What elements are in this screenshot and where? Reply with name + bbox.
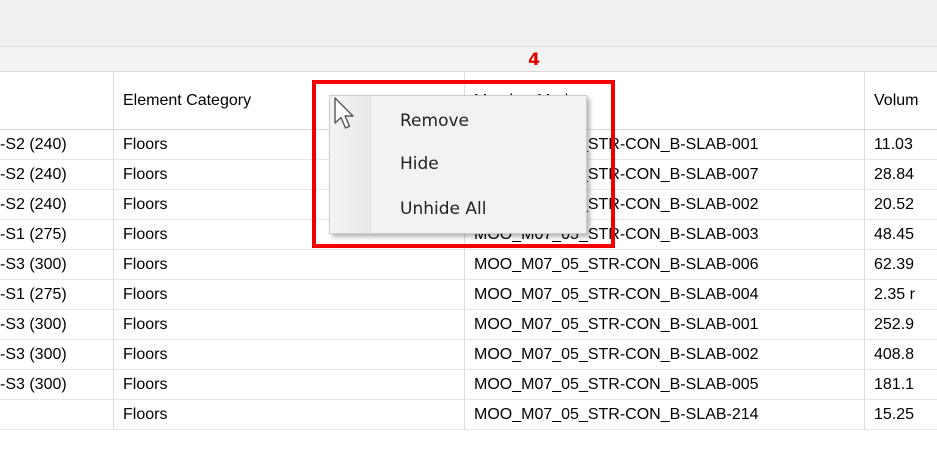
volume-cell[interactable]: 15.25 (865, 400, 937, 429)
level-cell[interactable]: -S2 (240) (0, 160, 114, 189)
column-header-level[interactable] (0, 72, 114, 129)
volume-cell[interactable]: 20.52 (865, 190, 937, 219)
table-row[interactable]: -S3 (300) Floors MOO_M07_05_STR-CON_B-SLAB… (0, 250, 937, 280)
member-mark-cell[interactable]: MOO_M07_05_STR-CON_B-SLAB-005 (465, 370, 865, 399)
member-mark-cell[interactable]: MOO_M07_05_STR-CON_B-SLAB-004 (465, 280, 865, 309)
column-group-strip (0, 46, 937, 72)
level-cell[interactable]: -S1 (275) (0, 220, 114, 249)
element-category-cell[interactable]: Floors (114, 250, 465, 279)
volume-cell[interactable]: 2.35 r (865, 280, 937, 309)
member-mark-cell[interactable]: MOO_M07_05_STR-CON_B-SLAB-006 (465, 250, 865, 279)
element-category-cell[interactable]: Floors (114, 400, 465, 429)
level-cell[interactable]: -S1 (275) (0, 280, 114, 309)
table-row[interactable]: -S1 (275) Floors MOO_M07_05_STR-CON_B-SLAB… (0, 280, 937, 310)
level-cell[interactable]: -S3 (300) (0, 310, 114, 339)
element-category-cell[interactable]: Floors (114, 370, 465, 399)
level-cell[interactable]: -S2 (240) (0, 130, 114, 159)
element-category-cell[interactable]: Floors (114, 310, 465, 339)
volume-cell[interactable]: 252.9 (865, 310, 937, 339)
level-cell[interactable]: -S3 (300) (0, 250, 114, 279)
highlight-annotation-box (312, 80, 615, 248)
member-mark-cell[interactable]: MOO_M07_05_STR-CON_B-SLAB-002 (465, 340, 865, 369)
volume-cell[interactable]: 62.39 (865, 250, 937, 279)
element-category-cell[interactable]: Floors (114, 340, 465, 369)
level-cell[interactable]: -S2 (240) (0, 190, 114, 219)
member-mark-cell[interactable]: MOO_M07_05_STR-CON_B-SLAB-214 (465, 400, 865, 429)
volume-cell[interactable]: 408.8 (865, 340, 937, 369)
table-row[interactable]: Floors MOO_M07_05_STR-CON_B-SLAB-214 15.25 (0, 400, 937, 430)
table-row[interactable]: -S3 (300) Floors MOO_M07_05_STR-CON_B-SLAB… (0, 310, 937, 340)
level-cell[interactable]: -S3 (300) (0, 340, 114, 369)
level-cell[interactable] (0, 400, 114, 429)
table-row[interactable]: -S3 (300) Floors MOO_M07_05_STR-CON_B-SLAB… (0, 370, 937, 400)
level-cell[interactable]: -S3 (300) (0, 370, 114, 399)
toolbar-area (0, 0, 937, 46)
volume-cell[interactable]: 181.1 (865, 370, 937, 399)
volume-cell[interactable]: 48.45 (865, 220, 937, 249)
element-category-cell[interactable]: Floors (114, 280, 465, 309)
volume-cell[interactable]: 28.84 (865, 160, 937, 189)
volume-cell[interactable]: 11.03 (865, 130, 937, 159)
member-mark-cell[interactable]: MOO_M07_05_STR-CON_B-SLAB-001 (465, 310, 865, 339)
table-row[interactable]: -S3 (300) Floors MOO_M07_05_STR-CON_B-SLAB… (0, 340, 937, 370)
step-number-label: 4 (528, 50, 540, 70)
column-header-volume[interactable]: Volum (865, 72, 937, 129)
mouse-pointer-icon (334, 97, 354, 129)
